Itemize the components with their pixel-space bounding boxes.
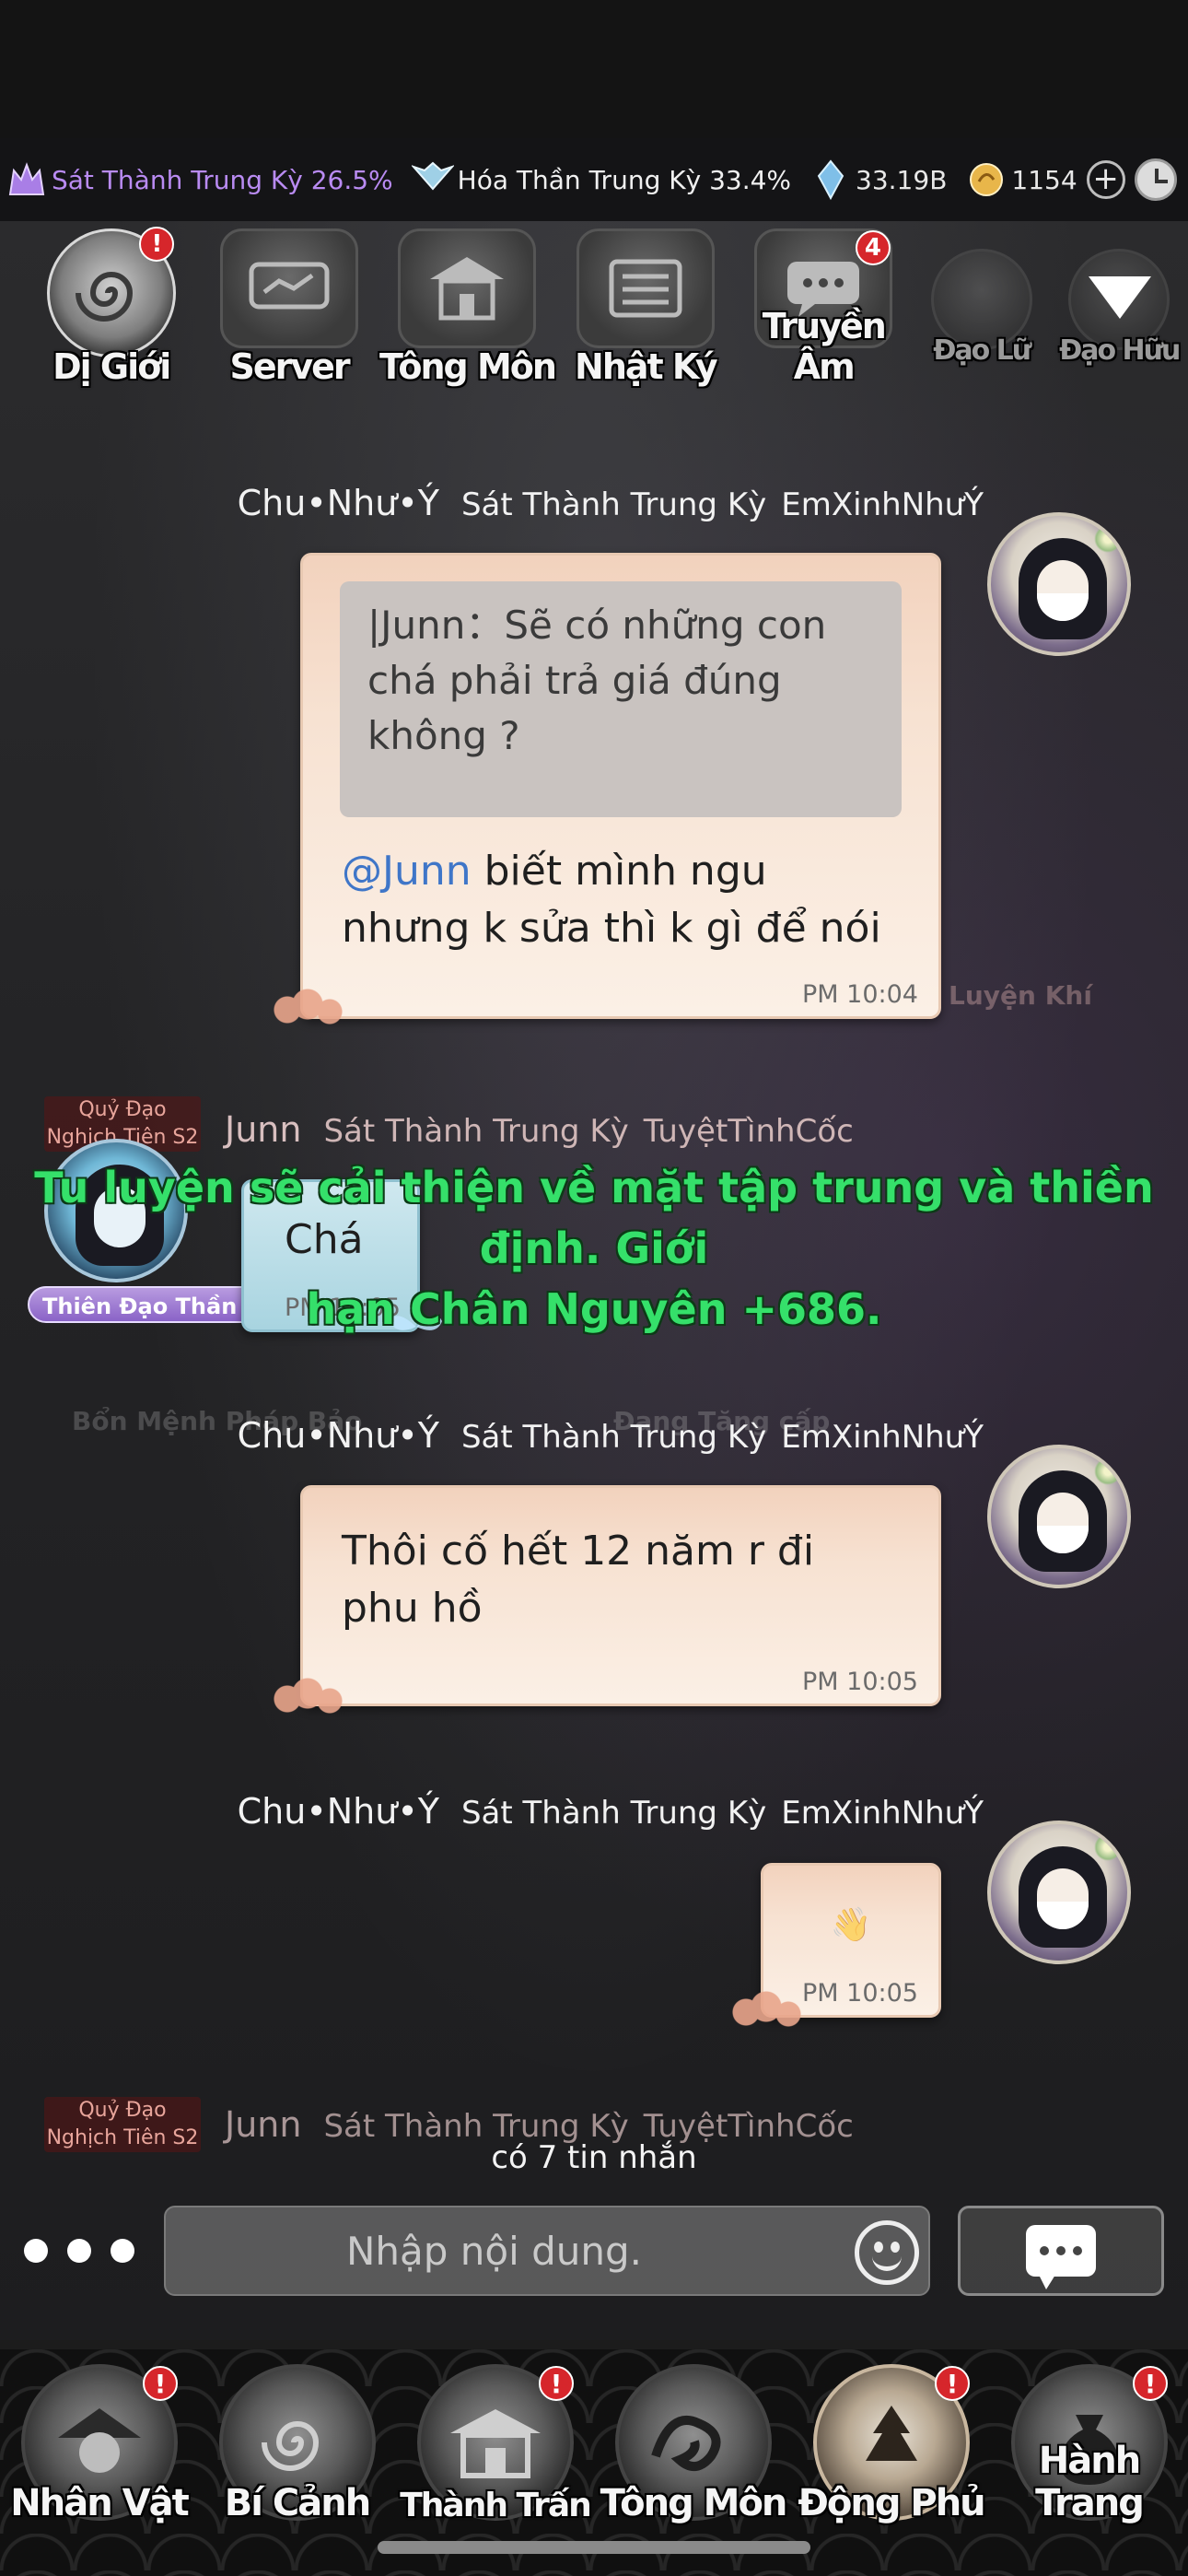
realm-secondary: Hóa Thần Trung Kỳ 33.4% [411,158,791,201]
message-text: Thôi cố hết 12 năm r đi phu hồ [342,1528,815,1632]
sender-realm: Sát Thành Trung Kỳ [460,1795,767,1832]
sender-clan: EmXinhNhưÝ [781,486,984,523]
nav-thanh-tran-badge: ! [539,2366,574,2401]
cloud-decoration-icon [267,1675,355,1715]
avatar[interactable] [987,1821,1131,1964]
mention-link[interactable]: @Junn [342,848,472,895]
clock-icon[interactable] [1135,158,1177,201]
collapse-arrow-icon[interactable] [1089,276,1151,319]
sender-name[interactable]: Junn [225,1109,301,1150]
tab-truyen-am-badge: 4 [855,230,891,265]
top-pattern-decoration [0,0,1188,138]
tab-nhat-ky[interactable]: Nhật Ký [556,221,734,387]
sender-name[interactable]: Chu•Như•Ý [238,1791,439,1832]
status-bar: Sát Thành Trung Kỳ 26.5% Hóa Thần Trung … [0,138,1188,221]
sender-clan: EmXinhNhưÝ [781,1419,984,1456]
home-indicator[interactable] [378,2541,810,2554]
nav-hanh-trang-badge: ! [1133,2366,1168,2401]
avatar[interactable] [987,1445,1131,1588]
realm-primary: Sát Thành Trung Kỳ 26.5% [6,158,393,201]
spirit-stone-counter: 33.19B [809,158,947,201]
add-gold-button[interactable]: + [1086,160,1125,199]
nav-thanh-tran[interactable]: ! Thành Trấn [396,2359,594,2543]
message-sender-line: Chu•Như•Ý Sát Thành Trung Kỳ EmXinhNhưÝ [238,1415,984,1456]
sender-realm: Sát Thành Trung Kỳ [460,1419,767,1456]
server-chat-icon [220,228,359,348]
message-time: PM 10:05 [802,1979,918,2008]
cloud-decoration-icon [267,986,355,1026]
nav-nhan-vat-badge: ! [143,2366,178,2401]
nav-hanh-trang[interactable]: ! Hành Trang [990,2359,1188,2543]
bottom-nav: ! Nhân Vật Bí Cảnh ! Thành Trấn Tông Môn… [0,2359,1188,2543]
channel-tabs: ! Dị Giới Server Tông Môn Nhật Ký 4 Truy… [0,221,1188,396]
tab-di-gioi[interactable]: ! Dị Giới [22,221,200,387]
message-sender-line: Junn Sát Thành Trung Kỳ TuyệtTìnhCốc [225,1109,854,1150]
gold-counter: 1154 + [965,158,1125,201]
nav-dong-phu-badge: ! [935,2366,970,2401]
waving-hand-icon: 👋 [830,1906,872,1944]
nav-nhan-vat[interactable]: ! Nhân Vật [0,2359,198,2543]
gold-coin-icon [965,158,1007,201]
more-options-button[interactable] [24,2228,134,2274]
wings-icon [411,158,454,201]
flower-icon [1094,525,1122,553]
flower-icon [1094,1458,1122,1485]
message-sender-line: Chu•Như•Ý Sát Thành Trung Kỳ EmXinhNhưÝ [238,1791,984,1832]
tab-tong-mon[interactable]: Tông Môn [379,221,557,387]
temple-icon [398,228,537,348]
journal-icon [576,228,715,348]
quoted-message[interactable]: |Junn：Sẽ có những con chá phải trả giá đ… [340,581,902,817]
sender-clan: EmXinhNhưÝ [781,1795,984,1832]
cloud-decoration-icon [726,1988,814,2029]
chat-bubble[interactable]: Thôi cố hết 12 năm r đi phu hồ PM 10:05 [300,1485,941,1706]
tab-di-gioi-badge: ! [139,227,175,262]
tab-server[interactable]: Server [200,221,378,387]
nav-dong-phu[interactable]: ! Động Phủ [792,2359,990,2543]
message-time: PM 10:05 [802,1668,918,1696]
crystal-icon [809,158,852,201]
system-notice: Tu luyện sẽ cải thiện về mặt tập trung v… [34,1163,1154,1334]
flower-icon [1094,1833,1122,1861]
send-button[interactable] [958,2206,1164,2296]
new-messages-indicator[interactable]: có 7 tin nhắn [0,2139,1188,2176]
chat-input-row [0,2202,1188,2298]
emoji-icon[interactable] [855,2220,919,2285]
avatar[interactable] [987,512,1131,656]
nav-tong-mon[interactable]: Tông Môn [594,2359,792,2543]
chat-bubble[interactable]: |Junn：Sẽ có những con chá phải trả giá đ… [300,553,941,1019]
sender-name[interactable]: Chu•Như•Ý [238,483,439,523]
sender-realm: Sát Thành Trung Kỳ [460,486,767,523]
send-chat-icon [1026,2225,1096,2289]
sender-clan: TuyệtTìnhCốc [643,1113,854,1150]
message-text: @Junn biết mình ngu nhưng k sửa thì k gì… [342,848,881,952]
realm-crown-icon [6,158,48,201]
sender-realm: Sát Thành Trung Kỳ [323,1113,629,1150]
message-sender-line: Chu•Như•Ý Sát Thành Trung Kỳ EmXinhNhưÝ [238,483,984,523]
sender-name[interactable]: Chu•Như•Ý [238,1415,439,1456]
message-time: PM 10:04 [802,980,918,1009]
tab-dao-lu[interactable]: Đạo Lữ [913,221,1051,387]
message-input[interactable] [164,2206,930,2296]
bg-label-luyen-khi: Luyện Khí [949,980,1092,1011]
tab-truyen-am[interactable]: 4 Truyền Âm [735,221,913,387]
nav-bi-canh[interactable]: Bí Cảnh [198,2359,396,2543]
